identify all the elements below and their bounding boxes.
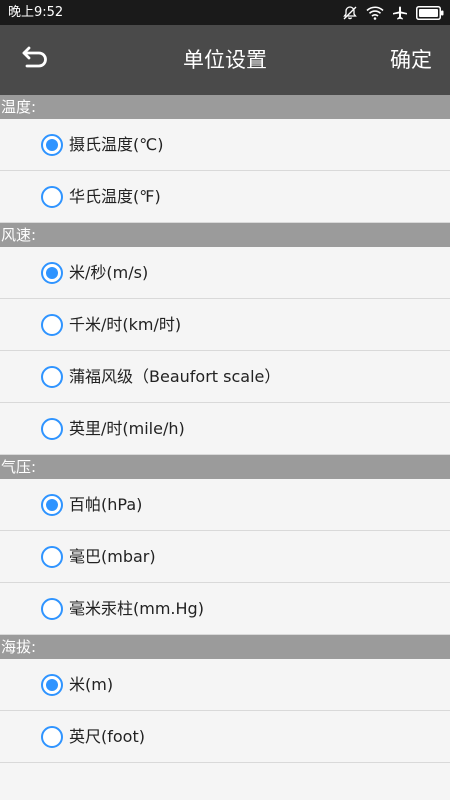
back-button[interactable] xyxy=(10,35,60,85)
option-label: 毫巴(mbar) xyxy=(69,547,156,566)
app-bar: 单位设置 确定 xyxy=(0,25,450,95)
section-header: 海拔: xyxy=(0,635,450,659)
page-title: 单位设置 xyxy=(183,48,267,72)
status-time: 晚上9:52 xyxy=(8,5,64,20)
back-arrow-icon xyxy=(20,46,50,74)
section-header: 温度: xyxy=(0,95,450,119)
option-row[interactable]: 毫米汞柱(mm.Hg) xyxy=(0,583,450,635)
radio-unchecked-icon[interactable] xyxy=(41,186,63,208)
section-header: 气压: xyxy=(0,455,450,479)
option-label: 英里/时(mile/h) xyxy=(69,419,185,438)
option-row[interactable]: 华氏温度(℉) xyxy=(0,171,450,223)
option-label: 毫米汞柱(mm.Hg) xyxy=(69,599,204,618)
option-label: 华氏温度(℉) xyxy=(69,187,161,206)
radio-unchecked-icon[interactable] xyxy=(41,418,63,440)
option-label: 英尺(foot) xyxy=(69,727,145,746)
option-row[interactable]: 百帕(hPa) xyxy=(0,479,450,531)
option-row[interactable]: 英里/时(mile/h) xyxy=(0,403,450,455)
option-label: 蒲福风级（Beaufort scale） xyxy=(69,367,281,386)
option-row[interactable]: 千米/时(km/时) xyxy=(0,299,450,351)
radio-unchecked-icon[interactable] xyxy=(41,314,63,336)
confirm-button[interactable]: 确定 xyxy=(390,25,432,95)
wifi-icon xyxy=(366,6,384,20)
radio-checked-icon[interactable] xyxy=(41,262,63,284)
radio-unchecked-icon[interactable] xyxy=(41,598,63,620)
option-row[interactable]: 蒲福风级（Beaufort scale） xyxy=(0,351,450,403)
option-row[interactable]: 英尺(foot) xyxy=(0,711,450,763)
radio-unchecked-icon[interactable] xyxy=(41,366,63,388)
option-label: 米/秒(m/s) xyxy=(69,263,149,282)
settings-list: 温度: 摄氏温度(℃) 华氏温度(℉) 风速: 米/秒(m/s) 千米/时(km/时) 蒲福… xyxy=(0,95,450,763)
radio-checked-icon[interactable] xyxy=(41,134,63,156)
section-header: 风速: xyxy=(0,223,450,247)
mute-icon xyxy=(342,5,358,21)
status-bar: 晚上9:52 xyxy=(0,0,450,25)
option-label: 米(m) xyxy=(69,675,114,694)
radio-checked-icon[interactable] xyxy=(41,674,63,696)
option-label: 百帕(hPa) xyxy=(69,495,143,514)
option-row[interactable]: 米(m) xyxy=(0,659,450,711)
option-label: 千米/时(km/时) xyxy=(69,315,182,334)
radio-unchecked-icon[interactable] xyxy=(41,726,63,748)
radio-checked-icon[interactable] xyxy=(41,494,63,516)
option-row[interactable]: 摄氏温度(℃) xyxy=(0,119,450,171)
battery-icon xyxy=(416,6,444,20)
option-label: 摄氏温度(℃) xyxy=(69,135,164,154)
status-icons xyxy=(342,4,444,22)
radio-unchecked-icon[interactable] xyxy=(41,546,63,568)
option-row[interactable]: 毫巴(mbar) xyxy=(0,531,450,583)
option-row[interactable]: 米/秒(m/s) xyxy=(0,247,450,299)
airplane-icon xyxy=(392,5,408,21)
